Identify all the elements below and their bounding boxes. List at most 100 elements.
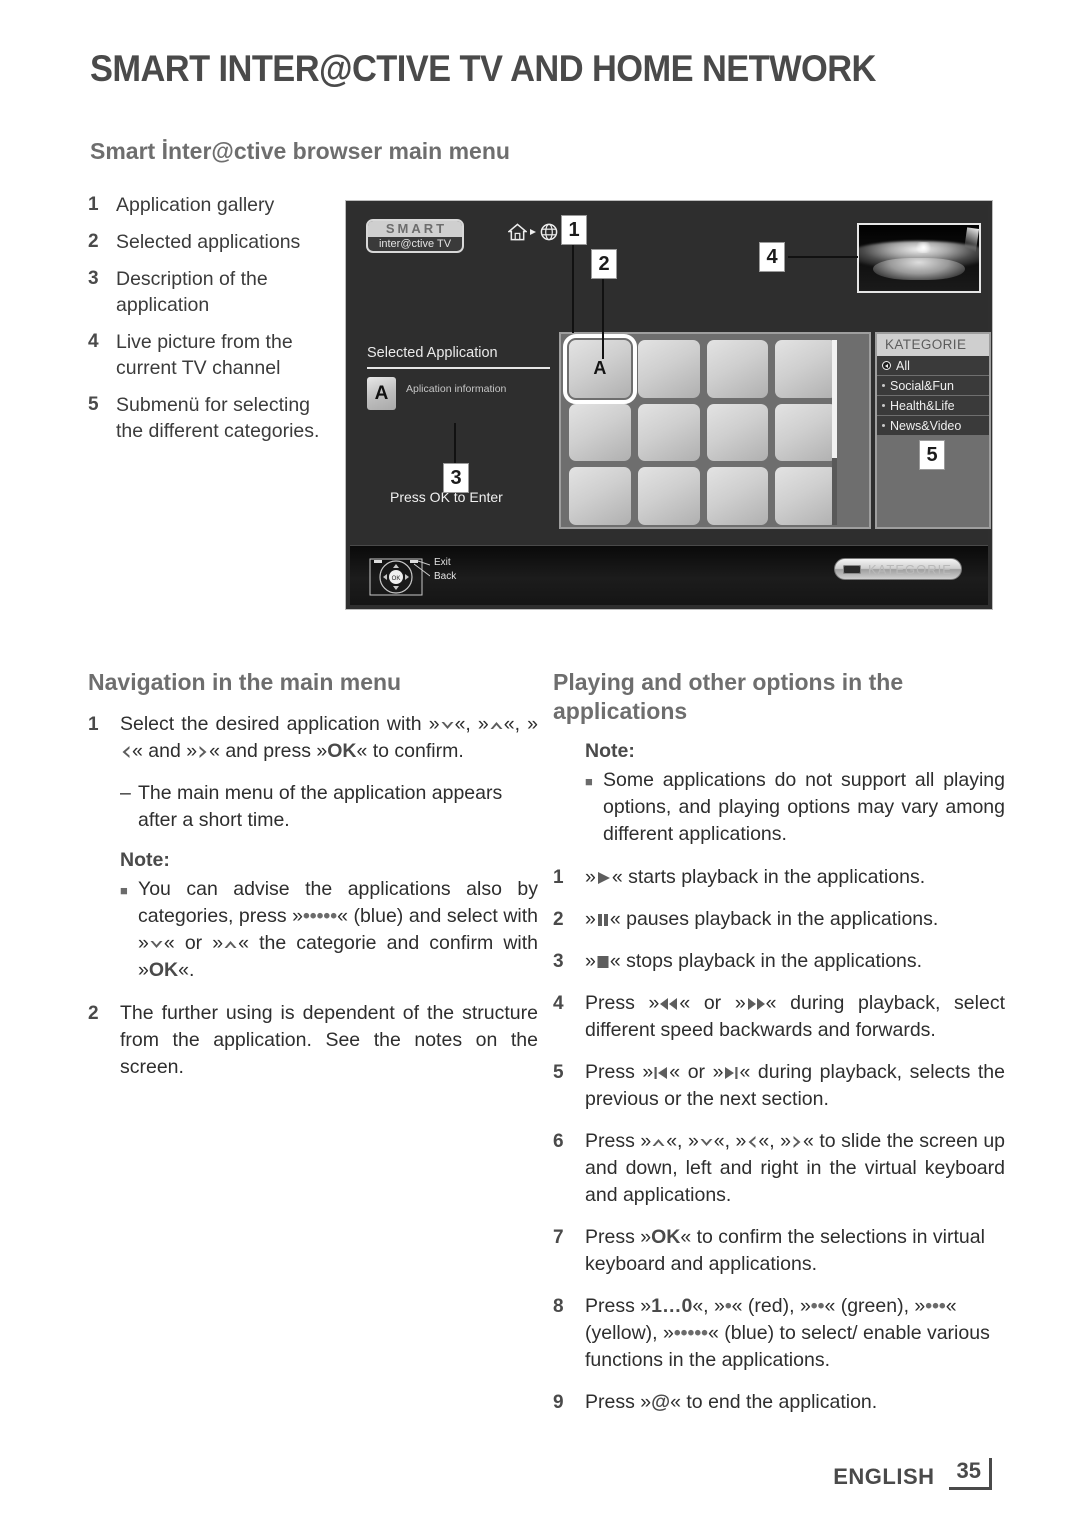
item-text: Press »1…0«, »•« (red), »••« (green), »•… [585,1293,1005,1374]
app-tile[interactable] [637,403,700,462]
legend-number: 1 [88,194,99,215]
app-tile[interactable] [706,467,769,525]
app-tile[interactable] [569,403,631,462]
text-fragment: Press » [585,1130,652,1152]
list-item: 6 Press » «, » «, » «, » « to slide the scre… [553,1128,1005,1209]
footer-page-number: 35 [948,1458,992,1490]
item-number: 2 [88,1003,99,1024]
ok-key-label: OK [651,1226,681,1248]
down-arrow-icon [699,1136,714,1149]
app-tile[interactable] [775,403,837,462]
play-icon [596,871,612,885]
page-footer: ENGLISH 35 [833,1458,992,1490]
blue-dots-icon: ••••• [302,905,338,927]
text-fragment: » [585,866,596,888]
category-item-health-life[interactable]: Health&Life [877,396,989,416]
category-item-news-video[interactable]: News&Video [877,416,989,436]
item-text: Press » «, » «, » «, » « to slide the screen… [585,1128,1005,1209]
text-fragment: «. [178,959,195,981]
left-arrow-icon [746,1135,758,1149]
exit-label: Exit [434,557,451,568]
callout-4: 4 [759,242,785,272]
kategorie-button[interactable]: KATEGORIE [834,558,962,580]
legend-number: 4 [88,331,99,352]
app-tile[interactable] [569,467,631,525]
globe-icon[interactable] [540,223,558,241]
pause-icon [596,913,610,927]
scrollbar[interactable] [832,340,837,525]
note-block: Note: ■ Some applications do not support… [585,740,1005,848]
up-arrow-icon [489,719,504,732]
text-fragment: « to end the application. [670,1391,878,1413]
legend-text: Submenü for selecting the different cate… [116,394,320,442]
category-item-all[interactable]: All [877,356,989,376]
sub-item-text: The main menu of the application appears… [138,782,503,831]
item-number: 6 [553,1131,564,1152]
item-text: Press »@« to end the application. [585,1389,877,1416]
selected-bullet-icon [882,361,891,370]
text-fragment: Select the desired application with » [120,713,440,735]
selected-application-tile: A [367,377,396,410]
home-icon[interactable] [508,223,527,241]
svg-text:OK: OK [392,576,401,582]
legend-text: Description of the application [116,268,268,316]
app-tile-selected[interactable]: A [563,334,637,404]
right-arrow-icon [791,1135,803,1149]
text-fragment: » [585,950,596,972]
category-item-social-fun[interactable]: Social&Fun [877,376,989,396]
item-number: 7 [553,1227,564,1248]
kategorie-button-label: KATEGORIE [868,561,952,577]
note-row: ■ Some applications do not support all p… [585,767,1005,848]
dash-marker: – [120,782,131,804]
app-tile[interactable] [706,403,769,462]
item-number: 2 [553,909,564,930]
up-arrow-icon [651,1136,666,1149]
callout-2: 2 [591,249,617,279]
stop-icon [596,955,610,969]
legend-number: 5 [88,394,99,415]
list-item: 1 Select the desired application with » «… [88,711,538,765]
yellow-dots-icon: ••• [925,1295,946,1317]
list-item: 3 » « stops playback in the applications. [553,948,1005,975]
app-tile[interactable] [637,340,700,398]
callout-1: 1 [561,215,587,245]
legend-number: 2 [88,231,99,252]
at-key-label: @ [651,1391,671,1413]
item-text: Press »OK« to confirm the selections in … [585,1224,1005,1278]
leader-line-2 [602,277,604,359]
item-text: » « pauses playback in the applications. [585,906,938,933]
right-column: Playing and other options in the applica… [553,668,1005,1431]
text-fragment: « or » [669,1061,724,1083]
list-item: 1 Application gallery [88,192,338,218]
scrollbar-thumb[interactable] [832,340,837,458]
app-tile[interactable] [637,467,700,525]
category-label: News&Video [890,418,962,433]
right-arrow-icon [197,745,209,759]
category-label: Social&Fun [890,378,954,393]
app-tile[interactable] [775,467,837,525]
smart-logo-top: SMART [368,221,462,237]
text-fragment: « (green), » [824,1295,926,1317]
section-title: Smart İnter@ctive browser main menu [90,138,510,164]
note-text: You can advise the applications also by … [138,876,538,984]
text-fragment: « or » [679,992,746,1014]
app-tile[interactable] [775,340,837,398]
note-row: ■ You can advise the applications also b… [120,876,538,984]
item-text: » « stops playback in the applications. [585,948,922,975]
list-item: 5 Submenü for selecting the different ca… [88,392,338,444]
text-fragment: «, » [692,1295,725,1317]
fast-forward-icon [746,997,766,1011]
bullet-icon [882,404,885,407]
callout-3: 3 [443,463,469,493]
smart-logo-bottom: inter@ctive TV [378,238,452,250]
app-tile[interactable] [706,340,769,398]
smart-logo: SMART inter@ctive TV [366,219,464,253]
list-item: 7 Press »OK« to confirm the selections i… [553,1224,1005,1278]
text-fragment: «, » [713,1130,747,1152]
left-column: Navigation in the main menu 1 Select the… [88,668,538,1096]
note-label: Note: [585,740,635,762]
list-item: 8 Press »1…0«, »•« (red), »••« (green), … [553,1293,1005,1374]
list-item: 3 Description of the application [88,266,338,318]
text-fragment: Press » [585,992,660,1014]
text-fragment: « stops playback in the applications. [609,950,923,972]
